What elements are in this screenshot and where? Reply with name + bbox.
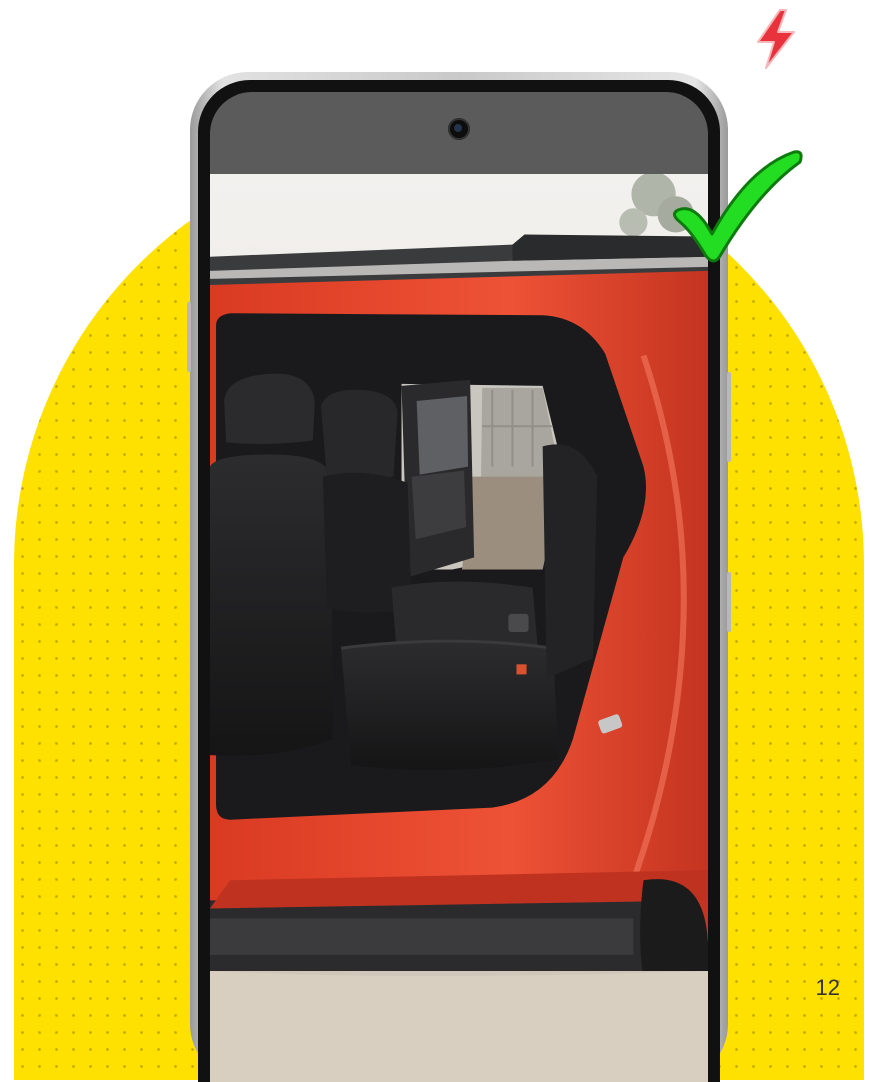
phone-power-button [727, 572, 731, 632]
page-number: 12 [815, 975, 840, 1000]
checkmark-icon [673, 150, 803, 263]
phone-status-bar [210, 92, 708, 174]
lightning-bolt-icon [757, 9, 795, 69]
phone-side-button [187, 302, 191, 372]
smartphone-mockup [187, 72, 731, 1082]
front-camera-icon [448, 118, 470, 140]
car-rear-seat-photo [210, 174, 708, 1082]
phone-screen-photo [210, 174, 708, 1082]
phone-bezel [198, 80, 720, 1082]
phone-volume-button [727, 372, 731, 462]
